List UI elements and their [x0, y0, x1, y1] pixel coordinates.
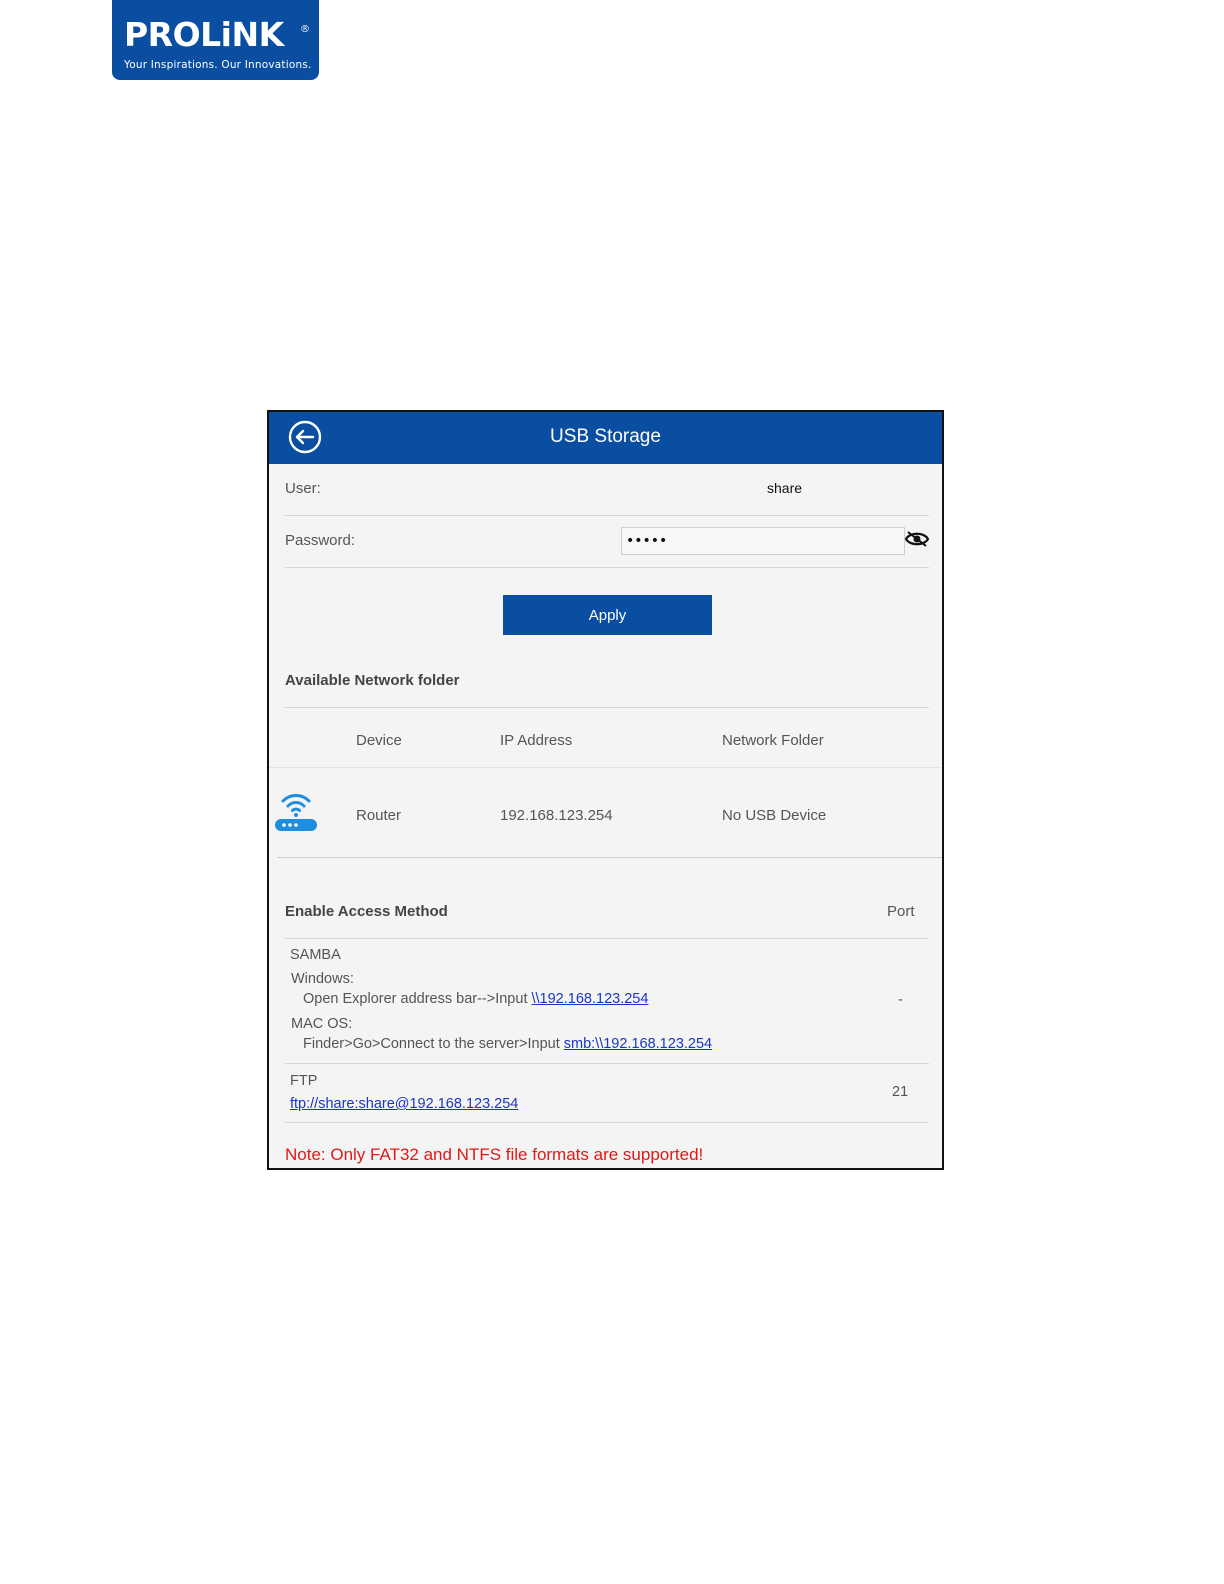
column-header-ip-address: IP Address	[500, 732, 573, 749]
network-folder-title: Available Network folder	[285, 672, 460, 689]
user-label: User:	[285, 480, 321, 497]
divider	[285, 1063, 929, 1064]
page-title: USB Storage	[550, 426, 661, 447]
samba-mac-text: Finder>Go>Connect to the server>Input	[303, 1036, 564, 1052]
divider	[269, 767, 942, 768]
ftp-link[interactable]: ftp://share:share@192.168.123.254	[290, 1096, 518, 1112]
column-header-network-folder: Network Folder	[722, 732, 824, 749]
samba-windows-label: Windows:	[291, 971, 354, 987]
samba-mac-instruction: Finder>Go>Connect to the server>Input sm…	[303, 1036, 712, 1052]
column-header-device: Device	[356, 732, 402, 749]
divider	[277, 857, 942, 858]
usb-storage-panel: USB Storage User: share Password: Apply …	[267, 410, 944, 1170]
samba-label: SAMBA	[290, 947, 341, 963]
samba-windows-instruction: Open Explorer address bar-->Input \\192.…	[303, 991, 648, 1007]
ftp-label: FTP	[290, 1073, 318, 1089]
router-ip-address: 192.168.123.254	[500, 807, 613, 824]
samba-mac-label: MAC OS:	[291, 1016, 353, 1032]
prolink-logo: PROLiNK ® Your Inspirations. Our Innovat…	[112, 0, 319, 80]
samba-mac-link[interactable]: smb:\\192.168.123.254	[564, 1036, 712, 1052]
apply-button[interactable]: Apply	[503, 595, 712, 635]
file-format-note: Note: Only FAT32 and NTFS file formats a…	[285, 1145, 704, 1164]
access-method-title: Enable Access Method	[285, 903, 448, 920]
divider	[285, 1122, 929, 1123]
samba-windows-link[interactable]: \\192.168.123.254	[532, 991, 649, 1007]
password-label: Password:	[285, 532, 356, 549]
divider	[285, 938, 929, 939]
password-field[interactable]	[621, 527, 905, 555]
ftp-port: 21	[892, 1084, 909, 1100]
divider	[285, 707, 929, 708]
router-network-folder: No USB Device	[722, 807, 827, 824]
user-value: share	[767, 480, 803, 496]
samba-port: -	[898, 992, 903, 1008]
logo-tagline: Your Inspirations. Our Innovations.	[124, 59, 312, 71]
logo-registered-mark: ®	[300, 24, 310, 35]
column-header-port: Port	[887, 903, 915, 920]
divider	[285, 567, 929, 568]
eye-hidden-icon[interactable]	[905, 529, 929, 549]
router-device-name: Router	[356, 807, 402, 824]
header-bar: USB Storage	[269, 412, 942, 464]
samba-windows-text: Open Explorer address bar-->Input	[303, 991, 532, 1007]
wifi-router-icon	[275, 794, 317, 831]
divider	[285, 515, 929, 516]
logo-brand-text: PROLiNK	[124, 15, 284, 54]
